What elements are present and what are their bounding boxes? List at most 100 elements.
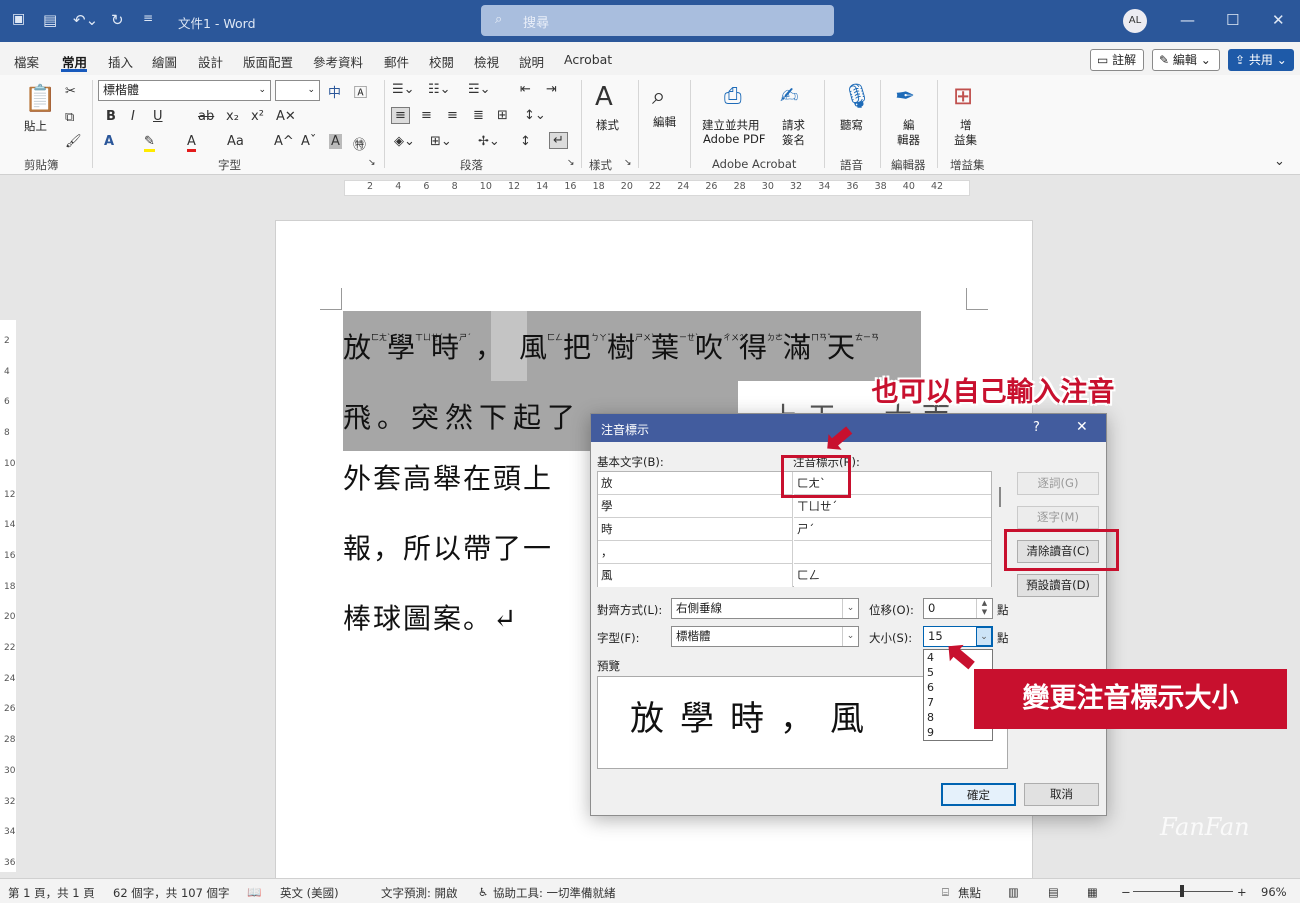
doc-line-3[interactable]: 外套高舉在頭上	[343, 457, 553, 497]
align-left-icon[interactable]: ≡	[391, 107, 410, 124]
group-button[interactable]: 逐詞(G)	[1017, 472, 1099, 495]
sort-icon[interactable]: ↕	[520, 134, 531, 149]
focus-label[interactable]: 焦點	[958, 885, 981, 901]
offset-spinner[interactable]: 0 ▲ ▼	[923, 598, 993, 619]
request-signature-icon[interactable]: ✍	[780, 84, 798, 109]
zoom-thumb[interactable]	[1180, 885, 1184, 897]
font-name-box[interactable]: 標楷體 ⌄	[98, 80, 271, 101]
shrink-font-icon[interactable]: Aˇ	[301, 134, 316, 149]
print-layout-icon[interactable]: ▤	[1048, 885, 1059, 899]
alignment-select[interactable]: 右側垂線 ⌄	[671, 598, 859, 619]
clear-format-icon[interactable]: A✕	[276, 109, 296, 124]
read-mode-icon[interactable]: ▥	[1008, 885, 1019, 899]
tab-file[interactable]: 檔案	[14, 52, 39, 71]
editor-label-2[interactable]: 輯器	[897, 132, 920, 148]
collapse-ribbon-icon[interactable]: ⌄	[1274, 154, 1285, 169]
base-cell[interactable]: 放	[598, 472, 793, 495]
dialog-launcher-icon[interactable]: ↘	[368, 158, 376, 168]
default-ruby-button[interactable]: 預設讀音(D)	[1017, 574, 1099, 597]
request-sign-label-2[interactable]: 簽名	[782, 132, 805, 148]
editing-mode-button[interactable]: ✎ 編輯 ⌄	[1152, 49, 1220, 71]
search-box[interactable]: ⌕ 搜尋	[481, 5, 834, 36]
base-cell[interactable]: 風	[598, 564, 793, 587]
dictate-label[interactable]: 聽寫	[840, 117, 863, 133]
font-size-box[interactable]: ⌄	[275, 80, 320, 101]
superscript-icon[interactable]: x²	[251, 109, 264, 124]
zoom-level[interactable]: 96%	[1261, 885, 1287, 899]
font-select[interactable]: 標楷體 ⌄	[671, 626, 859, 647]
paste-label[interactable]: 貼上	[24, 118, 47, 134]
save-icon[interactable]: ▤	[43, 11, 57, 29]
dialog-launcher-icon[interactable]: ↘	[567, 158, 575, 168]
mono-button[interactable]: 逐字(M)	[1017, 506, 1099, 529]
tab-layout[interactable]: 版面配置	[243, 52, 293, 71]
show-marks-icon[interactable]: ↵	[549, 132, 568, 149]
character-border-icon[interactable]: 🄰	[354, 82, 367, 101]
ok-button[interactable]: 確定	[941, 783, 1016, 806]
strikethrough-icon[interactable]: ab	[198, 109, 214, 124]
styles-icon[interactable]: A	[595, 82, 613, 112]
dialog-launcher-icon[interactable]: ↘	[624, 158, 632, 168]
web-layout-icon[interactable]: ▦	[1087, 885, 1098, 899]
ruby-cell[interactable]: ㄒㄩㄝˊ	[794, 495, 991, 518]
center-icon[interactable]: ≡	[421, 108, 432, 123]
tab-mailings[interactable]: 郵件	[384, 52, 409, 71]
phonetic-guide-icon[interactable]: 中	[328, 82, 341, 101]
increase-indent-icon[interactable]: ⇥	[546, 82, 557, 97]
borders-icon[interactable]: ⊞⌄	[430, 134, 452, 149]
shading-icon[interactable]: ◈⌄	[394, 134, 415, 149]
subscript-icon[interactable]: x₂	[226, 109, 239, 124]
addins-label-1[interactable]: 增	[960, 117, 972, 133]
proofing-icon[interactable]: 📖	[247, 885, 261, 899]
doc-line-2[interactable]: 飛。突然下起了	[343, 396, 581, 436]
copy-icon[interactable]: ⧉	[65, 110, 74, 125]
align-right-icon[interactable]: ≡	[447, 108, 458, 123]
zoom-in-icon[interactable]: +	[1237, 885, 1247, 899]
tab-review[interactable]: 校閱	[429, 52, 454, 71]
help-icon[interactable]: ?	[1033, 420, 1040, 435]
editing-group-label[interactable]: 編輯	[653, 114, 676, 130]
character-shading-icon[interactable]: A	[329, 134, 342, 149]
customize-qat-icon[interactable]: ≡	[143, 11, 153, 25]
distributed-icon[interactable]: ⊞	[497, 108, 508, 123]
bullets-icon[interactable]: ☰⌄	[392, 82, 415, 97]
accessibility-status[interactable]: 協助工具: 一切準備就緒	[493, 885, 616, 901]
cancel-button[interactable]: 取消	[1024, 783, 1099, 806]
share-button[interactable]: ⇪ 共用 ⌄	[1228, 49, 1294, 71]
find-icon[interactable]: ⌕	[652, 82, 665, 110]
highlight-icon[interactable]: ✎	[144, 134, 155, 152]
page-count[interactable]: 第 1 頁，共 1 頁	[8, 885, 95, 901]
asian-layout-icon[interactable]: ✢⌄	[478, 134, 500, 149]
multilevel-list-icon[interactable]: ☲⌄	[468, 82, 491, 97]
styles-button-label[interactable]: 樣式	[596, 117, 619, 133]
bold-icon[interactable]: B	[106, 109, 116, 124]
decrease-indent-icon[interactable]: ⇤	[520, 82, 531, 97]
create-pdf-label-1[interactable]: 建立並共用	[702, 117, 760, 133]
close-icon[interactable]: ✕	[1272, 11, 1285, 29]
italic-icon[interactable]: I	[131, 109, 135, 124]
editor-label-1[interactable]: 編	[903, 117, 915, 133]
paste-icon[interactable]: 📋	[24, 84, 56, 114]
cut-icon[interactable]: ✂	[65, 84, 76, 99]
justify-icon[interactable]: ≣	[473, 108, 484, 123]
tab-design[interactable]: 設計	[198, 52, 223, 71]
base-cell[interactable]: 時	[598, 518, 793, 541]
create-pdf-icon[interactable]: ⎙	[724, 84, 742, 109]
language[interactable]: 英文 (美國)	[280, 885, 339, 901]
zoom-slider[interactable]	[1133, 885, 1233, 897]
addins-label-2[interactable]: 益集	[954, 132, 977, 148]
tab-insert[interactable]: 插入	[108, 52, 133, 71]
editor-icon[interactable]: ✒	[895, 82, 915, 110]
create-pdf-label-2[interactable]: Adobe PDF	[703, 132, 765, 146]
tab-references[interactable]: 參考資料	[313, 52, 363, 71]
ruby-cell[interactable]: ㄈㄥ	[794, 564, 991, 587]
tab-help[interactable]: 說明	[519, 52, 544, 71]
font-color-icon[interactable]: A	[187, 134, 196, 152]
line-spacing-icon[interactable]: ↕⌄	[524, 108, 546, 123]
grow-font-icon[interactable]: A^	[274, 134, 294, 149]
zoom-out-icon[interactable]: −	[1121, 885, 1131, 899]
tab-acrobat[interactable]: Acrobat	[564, 52, 612, 67]
numbering-icon[interactable]: ☷⌄	[428, 82, 451, 97]
word-count[interactable]: 62 個字，共 107 個字	[113, 885, 230, 901]
ruby-cell[interactable]	[794, 541, 991, 564]
